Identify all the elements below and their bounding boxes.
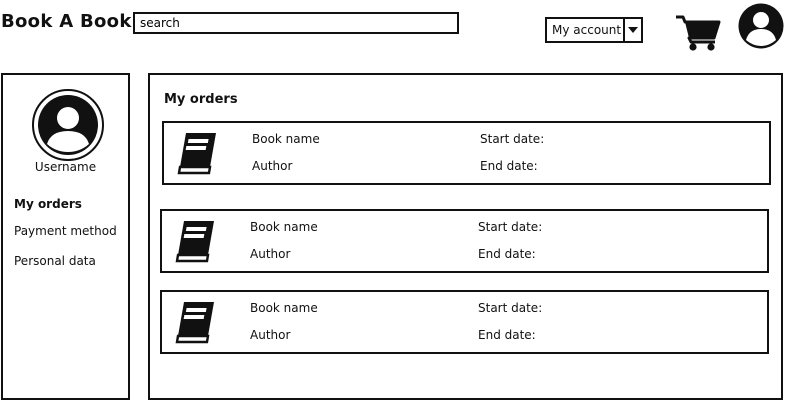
username-label: Username: [34, 160, 97, 174]
book-name-label: Book name: [252, 132, 320, 146]
page-title: My orders: [164, 92, 238, 107]
account-dropdown-value: My account: [552, 23, 622, 37]
sidebar-item-payment-method[interactable]: Payment method: [14, 224, 117, 238]
chevron-down-icon[interactable]: [623, 19, 641, 41]
orders-panel: My orders Book name Author Start date: E…: [148, 73, 783, 400]
book-icon: [176, 131, 222, 175]
order-card[interactable]: Book name Author Start date: End date:: [160, 290, 769, 354]
author-label: Author: [252, 159, 293, 173]
book-icon: [174, 219, 220, 263]
profile-avatar-icon: [31, 88, 105, 162]
order-card[interactable]: Book name Author Start date: End date:: [160, 209, 769, 273]
sidebar-item-my-orders[interactable]: My orders: [14, 197, 82, 211]
account-dropdown[interactable]: My account: [545, 17, 643, 43]
order-card[interactable]: Book name Author Start date: End date:: [162, 121, 771, 185]
search-input[interactable]: [133, 12, 459, 34]
book-name-label: Book name: [250, 301, 318, 315]
author-label: Author: [250, 247, 291, 261]
cart-icon[interactable]: [675, 12, 723, 52]
app-logo[interactable]: Book A Book: [1, 11, 132, 32]
sidebar: Username My orders Payment method Person…: [1, 73, 130, 400]
end-date-label: End date:: [480, 159, 538, 173]
user-avatar-icon[interactable]: [737, 2, 785, 50]
end-date-label: End date:: [478, 247, 536, 261]
start-date-label: Start date:: [478, 301, 543, 315]
author-label: Author: [250, 328, 291, 342]
end-date-label: End date:: [478, 328, 536, 342]
start-date-label: Start date:: [478, 220, 543, 234]
book-icon: [174, 300, 220, 344]
sidebar-item-personal-data[interactable]: Personal data: [14, 254, 96, 268]
start-date-label: Start date:: [480, 132, 545, 146]
book-name-label: Book name: [250, 220, 318, 234]
